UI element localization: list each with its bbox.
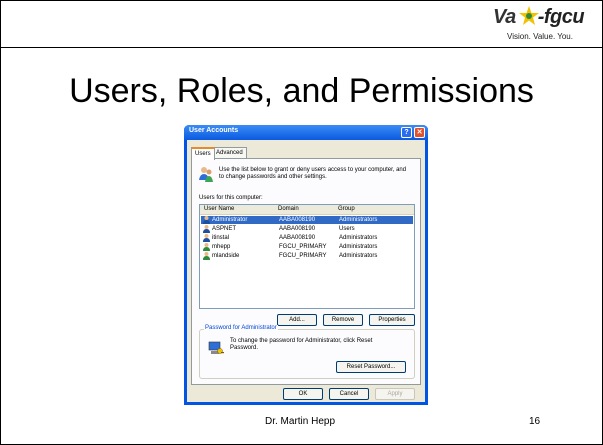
row-domain: AABA008190 xyxy=(279,217,316,223)
column-header-user-name[interactable]: User Name xyxy=(204,206,234,212)
row-domain: AABA008190 xyxy=(279,226,316,232)
password-help-text: To change the password for Administrator… xyxy=(230,338,373,351)
table-row[interactable]: itinstal AABA008190 Administrators xyxy=(201,234,413,242)
cancel-button[interactable]: Cancel xyxy=(329,388,369,400)
table-row[interactable]: Administrator AABA008190 Administrators xyxy=(201,216,413,224)
logo-word-right: -fgcu xyxy=(537,6,585,28)
user-icon xyxy=(203,225,210,233)
row-group: Administrators xyxy=(339,244,378,250)
row-user-name: Administrator xyxy=(212,217,248,223)
dialog-titlebar[interactable]: User Accounts ? ✕ xyxy=(184,125,428,140)
row-user-name: mlandside xyxy=(212,253,240,259)
row-user-name: itinstal xyxy=(212,235,230,241)
apply-button: Apply xyxy=(375,388,415,400)
add-button[interactable]: Add... xyxy=(277,314,317,326)
column-header-domain[interactable]: Domain xyxy=(278,206,299,212)
page-number: 16 xyxy=(529,416,541,427)
dialog-client-area: Users Advanced Use the list below to gra… xyxy=(187,140,425,402)
row-user-name: mhepp xyxy=(212,244,231,250)
header-divider xyxy=(1,47,602,48)
row-group: Administrators xyxy=(339,253,378,259)
logo-word-left: Va xyxy=(493,6,516,28)
table-row[interactable]: mlandside FGCU_PRIMARY Administrators xyxy=(201,252,413,260)
properties-button[interactable]: Properties xyxy=(369,314,415,326)
row-domain: FGCU_PRIMARY xyxy=(279,244,327,250)
row-group: Administrators xyxy=(339,217,378,223)
row-domain: FGCU_PRIMARY xyxy=(279,253,327,259)
user-icon xyxy=(203,243,210,251)
row-group: Administrators xyxy=(339,235,378,241)
reset-password-button[interactable]: Reset Password... xyxy=(336,361,406,373)
footer-author: Dr. Martin Hepp xyxy=(265,416,336,427)
user-icon xyxy=(203,216,210,224)
users-list-label: Users for this computer: xyxy=(199,195,263,201)
table-row[interactable]: ASPNET AABA008190 Users xyxy=(201,225,413,233)
users-icon xyxy=(199,167,213,182)
column-header-group[interactable]: Group xyxy=(338,206,355,212)
users-list[interactable]: User Name Domain Group Administrator AAB… xyxy=(199,204,415,309)
users-tab-panel: Use the list below to grant or deny user… xyxy=(191,158,421,385)
computer-password-icon xyxy=(208,341,224,354)
tab-advanced[interactable]: Advanced xyxy=(212,147,247,158)
tab-users[interactable]: Users xyxy=(191,147,215,160)
user-icon xyxy=(203,234,210,242)
password-groupbox: Password for Administrator To change the… xyxy=(199,325,415,379)
remove-button[interactable]: Remove xyxy=(323,314,363,326)
intro-text: Use the list below to grant or deny user… xyxy=(219,167,407,180)
password-group-label: Password for Administrator xyxy=(204,325,278,331)
user-icon xyxy=(203,252,210,260)
close-button[interactable]: ✕ xyxy=(414,127,425,138)
user-accounts-dialog: User Accounts ? ✕ Users Advanced Use the… xyxy=(184,125,428,405)
logo-star-icon xyxy=(519,6,539,25)
row-domain: AABA008190 xyxy=(279,235,316,241)
fgcu-logo: Va -fgcu Vision. Value. You. xyxy=(493,4,598,46)
row-group: Users xyxy=(339,226,355,232)
ok-button[interactable]: OK xyxy=(283,388,323,400)
list-header: User Name Domain Group xyxy=(200,205,414,215)
row-user-name: ASPNET xyxy=(212,226,237,232)
logo-tagline: Vision. Value. You. xyxy=(507,32,573,41)
help-button[interactable]: ? xyxy=(401,127,412,138)
table-row[interactable]: mhepp FGCU_PRIMARY Administrators xyxy=(201,243,413,251)
slide-title: Users, Roles, and Permissions xyxy=(69,72,534,110)
dialog-title: User Accounts xyxy=(189,127,239,134)
